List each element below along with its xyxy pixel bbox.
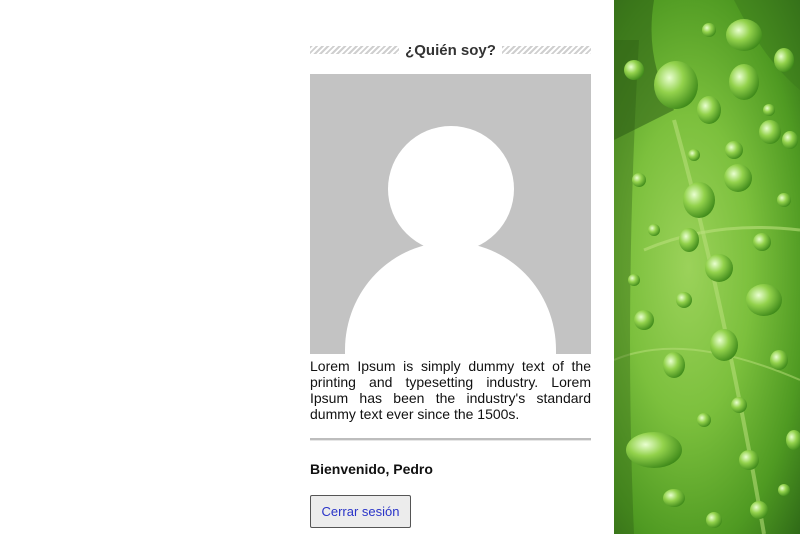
header-hatch-right <box>501 46 591 54</box>
avatar-head <box>388 126 514 252</box>
avatar-body <box>345 242 556 354</box>
logout-button[interactable]: Cerrar sesión <box>310 495 411 528</box>
welcome-text: Bienvenido, Pedro <box>310 461 433 477</box>
widget-title: ¿Quién soy? <box>405 41 496 59</box>
about-widget: ¿Quién soy? Lorem Ipsum is simply dummy … <box>310 40 591 528</box>
bio-text: Lorem Ipsum is simply dummy text of the … <box>310 358 591 422</box>
leaf-background-image <box>614 0 800 534</box>
leaf-drops-graphic <box>614 0 800 534</box>
main-panel: ¿Quién soy? Lorem Ipsum is simply dummy … <box>0 0 614 534</box>
widget-header: ¿Quién soy? <box>310 40 591 60</box>
divider <box>310 438 591 441</box>
header-hatch-left <box>310 46 400 54</box>
user-silhouette-icon <box>310 74 591 354</box>
